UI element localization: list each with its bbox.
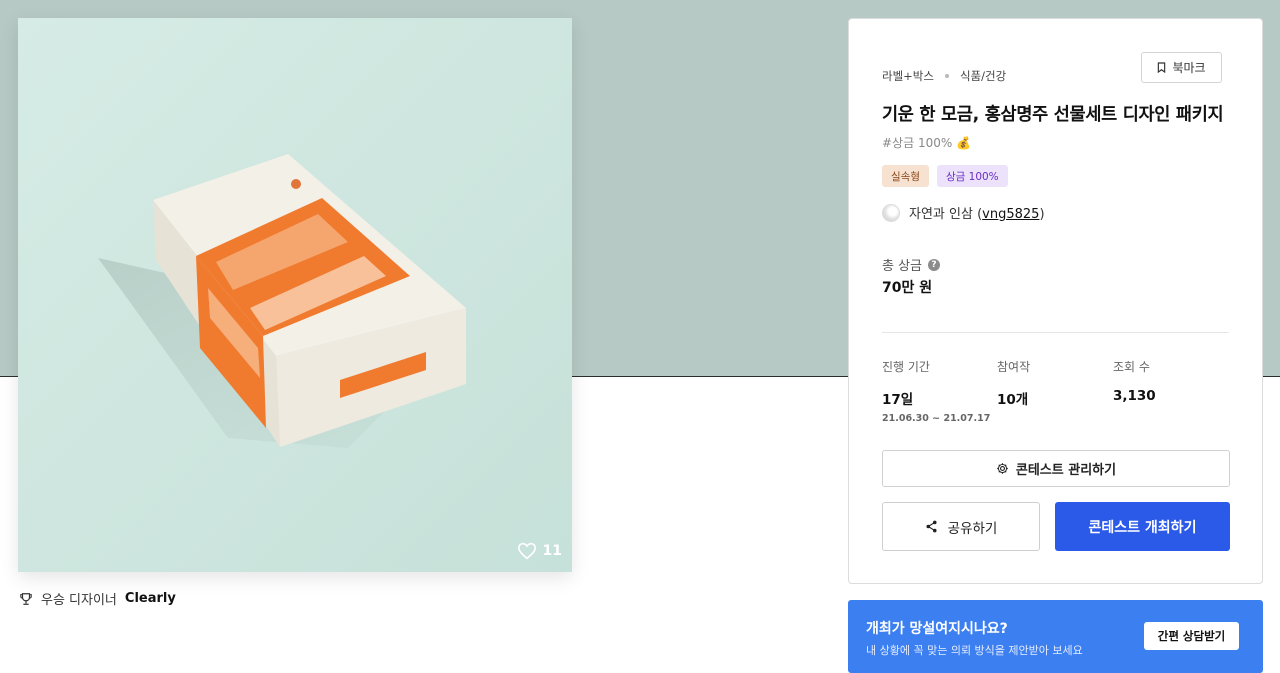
stat-entries-value: 10개 [997,392,1029,408]
help-icon[interactable]: ? [928,258,941,271]
total-prize-text: 총 상금 [882,259,923,274]
stat-duration-label: 진행 기간 [882,360,930,374]
consult-banner: 개최가 망설여지시나요? 내 상황에 꼭 맞는 의뢰 방식을 제안받아 보세요 … [848,600,1263,673]
badge-value-type: 실속형 [882,165,929,187]
stat-views-value: 3,130 [1113,388,1156,404]
total-prize-label: 총 상금 ? [882,255,941,274]
total-prize-value: 70만 원 [882,280,933,296]
stat-duration: 진행 기간 17일 21.06.30 ~ 21.07.17 [882,358,990,424]
badge-group: 실속형 상금 100% [882,165,1008,187]
badge-prize-full: 상금 100% [936,165,1008,187]
contest-info-card: 라벨+박스 식품/건강 북마크 기운 한 모금, 홍삼명주 선물세트 디자인 패… [848,18,1263,584]
share-label: 공유하기 [947,520,998,537]
prize-hashtag[interactable]: #상금 100% 💰 [882,134,971,151]
stat-views: 조회 수 3,130 [1113,358,1156,404]
consult-button[interactable]: 간편 상담받기 [1144,622,1239,650]
stat-duration-dates: 21.06.30 ~ 21.07.17 [882,413,991,424]
breadcrumb-category[interactable]: 라벨+박스 [882,68,934,84]
winner-designer: 우승 디자이너 Clearly [19,589,176,608]
breadcrumb-subcategory[interactable]: 식품/건강 [960,68,1006,84]
avatar [882,203,900,222]
contest-title: 기운 한 모금, 홍삼명주 선물세트 디자인 패키지 [882,105,1224,125]
stat-views-label: 조회 수 [1113,360,1150,374]
share-button[interactable]: 공유하기 [882,502,1040,551]
stat-entries-label: 참여작 [997,360,1031,374]
bookmark-icon [1158,62,1166,73]
winner-prefix: 우승 디자이너 [41,593,117,608]
gear-icon [997,463,1008,474]
host-id[interactable]: vng5825 [982,207,1039,222]
like-count: 11 [542,543,562,559]
consult-description: 내 상황에 꼭 맞는 의뢰 방식을 제안받아 보세요 [866,644,1083,657]
host-contest-button[interactable]: 콘테스트 개최하기 [1055,502,1230,551]
manage-contest-label: 콘테스트 관리하기 [1015,463,1117,478]
breadcrumb: 라벨+박스 식품/건강 [882,68,1006,84]
like-counter[interactable]: 11 [517,542,562,560]
contest-main-image[interactable]: 11 [18,18,572,572]
card-divider [882,332,1229,333]
host-info[interactable]: 자연과 인삼 (vng5825) [882,203,1045,222]
bookmark-button[interactable]: 북마크 [1141,52,1222,83]
heart-icon [517,542,536,560]
manage-contest-button[interactable]: 콘테스트 관리하기 [882,450,1230,487]
consult-question: 개최가 망설여지시나요? [866,621,1008,637]
stat-duration-value: 17일 [882,392,914,408]
stat-entries: 참여작 10개 [997,358,1030,408]
bookmark-label: 북마크 [1172,61,1206,75]
winner-name[interactable]: Clearly [125,591,176,606]
host-name: 자연과 인삼 [909,207,973,222]
breadcrumb-separator [944,74,949,78]
product-box-illustration [18,18,572,572]
share-icon [926,520,937,533]
trophy-icon [20,592,32,605]
